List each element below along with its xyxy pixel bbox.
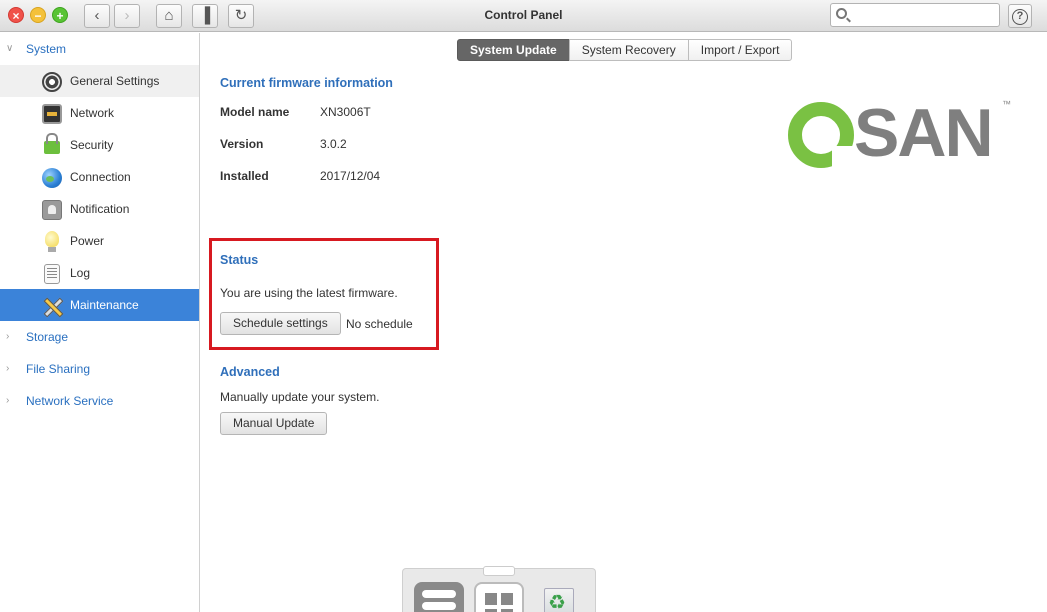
qsan-logo: SAN ™ bbox=[788, 95, 1018, 171]
logo-trademark: ™ bbox=[1002, 99, 1011, 109]
sidebar-group-label: System bbox=[26, 42, 67, 56]
tab-system-recovery[interactable]: System Recovery bbox=[568, 39, 689, 61]
model-name-label: Model name bbox=[220, 105, 290, 119]
firmware-heading: Current firmware information bbox=[220, 76, 393, 90]
sidebar-item-label: Maintenance bbox=[70, 298, 139, 312]
schedule-value: No schedule bbox=[346, 317, 413, 331]
sidebar-item-general-settings[interactable]: General Settings bbox=[0, 65, 199, 97]
sidebar-item-maintenance[interactable]: Maintenance bbox=[0, 289, 199, 321]
chevron-right-icon: › bbox=[6, 363, 10, 374]
sidebar-item-label: Log bbox=[70, 266, 91, 280]
sidebar-item-connection[interactable]: Connection bbox=[0, 161, 199, 193]
search-icon bbox=[836, 8, 847, 19]
help-button[interactable]: ? bbox=[1008, 4, 1032, 28]
sidebar-item-log[interactable]: Log bbox=[0, 257, 199, 289]
globe-icon bbox=[42, 168, 62, 188]
tab-bar: System Update System Recovery Import / E… bbox=[457, 39, 793, 61]
sidebar: ∨ System General Settings Network Securi… bbox=[0, 33, 200, 612]
installed-label: Installed bbox=[220, 169, 269, 183]
app-grid-icon[interactable] bbox=[474, 582, 524, 612]
main-panel: System Update System Recovery Import / E… bbox=[200, 33, 1047, 612]
sidebar-group-system[interactable]: ∨ System bbox=[0, 33, 199, 65]
version-value: 3.0.2 bbox=[320, 137, 347, 151]
gear-icon bbox=[42, 72, 62, 92]
schedule-settings-button[interactable]: Schedule settings bbox=[220, 312, 341, 335]
log-icon bbox=[44, 264, 60, 284]
sidebar-group-label: Network Service bbox=[26, 394, 114, 408]
tab-system-update[interactable]: System Update bbox=[457, 39, 570, 61]
sidebar-item-label: Security bbox=[70, 138, 114, 152]
sidebar-item-security[interactable]: Security bbox=[0, 129, 199, 161]
advanced-heading: Advanced bbox=[220, 365, 280, 379]
tab-import-export[interactable]: Import / Export bbox=[687, 39, 793, 61]
sidebar-item-notification[interactable]: Notification bbox=[0, 193, 199, 225]
title-bar: × − + ‹ › ⌂ ▐ ↻ Control Panel ? bbox=[0, 0, 1047, 32]
installed-value: 2017/12/04 bbox=[320, 169, 381, 183]
status-message: You are using the latest firmware. bbox=[220, 286, 398, 300]
sidebar-item-network[interactable]: Network bbox=[0, 97, 199, 129]
status-heading: Status bbox=[220, 253, 259, 267]
chevron-down-icon: ∨ bbox=[6, 43, 14, 54]
sidebar-group-label: File Sharing bbox=[26, 362, 91, 376]
sidebar-item-power[interactable]: Power bbox=[0, 225, 199, 257]
sidebar-item-label: General Settings bbox=[70, 74, 160, 88]
chevron-right-icon: › bbox=[6, 331, 10, 342]
sidebar-group-network-service[interactable]: › Network Service bbox=[0, 385, 199, 417]
logo-text: SAN bbox=[854, 95, 994, 171]
network-icon bbox=[42, 104, 62, 124]
dock-handle[interactable] bbox=[483, 566, 515, 576]
chevron-right-icon: › bbox=[6, 395, 10, 406]
bell-icon bbox=[42, 200, 62, 220]
sidebar-item-label: Connection bbox=[70, 170, 131, 184]
version-label: Version bbox=[220, 137, 264, 151]
advanced-message: Manually update your system. bbox=[220, 390, 380, 404]
recycle-bin-icon[interactable] bbox=[534, 582, 584, 612]
logo-q-mark bbox=[788, 102, 854, 168]
sidebar-group-file-sharing[interactable]: › File Sharing bbox=[0, 353, 199, 385]
sidebar-item-label: Power bbox=[70, 234, 105, 248]
help-icon: ? bbox=[1012, 8, 1028, 25]
sidebar-item-label: Notification bbox=[70, 202, 130, 216]
control-panel-app-icon[interactable] bbox=[414, 582, 464, 612]
sidebar-group-storage[interactable]: › Storage bbox=[0, 321, 199, 353]
sidebar-item-label: Network bbox=[70, 106, 115, 120]
manual-update-button[interactable]: Manual Update bbox=[220, 412, 328, 435]
lock-icon bbox=[44, 133, 60, 154]
search-input[interactable] bbox=[830, 3, 1000, 27]
model-name-value: XN3006T bbox=[320, 105, 371, 119]
bulb-icon bbox=[45, 231, 59, 252]
sidebar-group-label: Storage bbox=[26, 330, 69, 344]
tools-icon bbox=[42, 296, 62, 316]
